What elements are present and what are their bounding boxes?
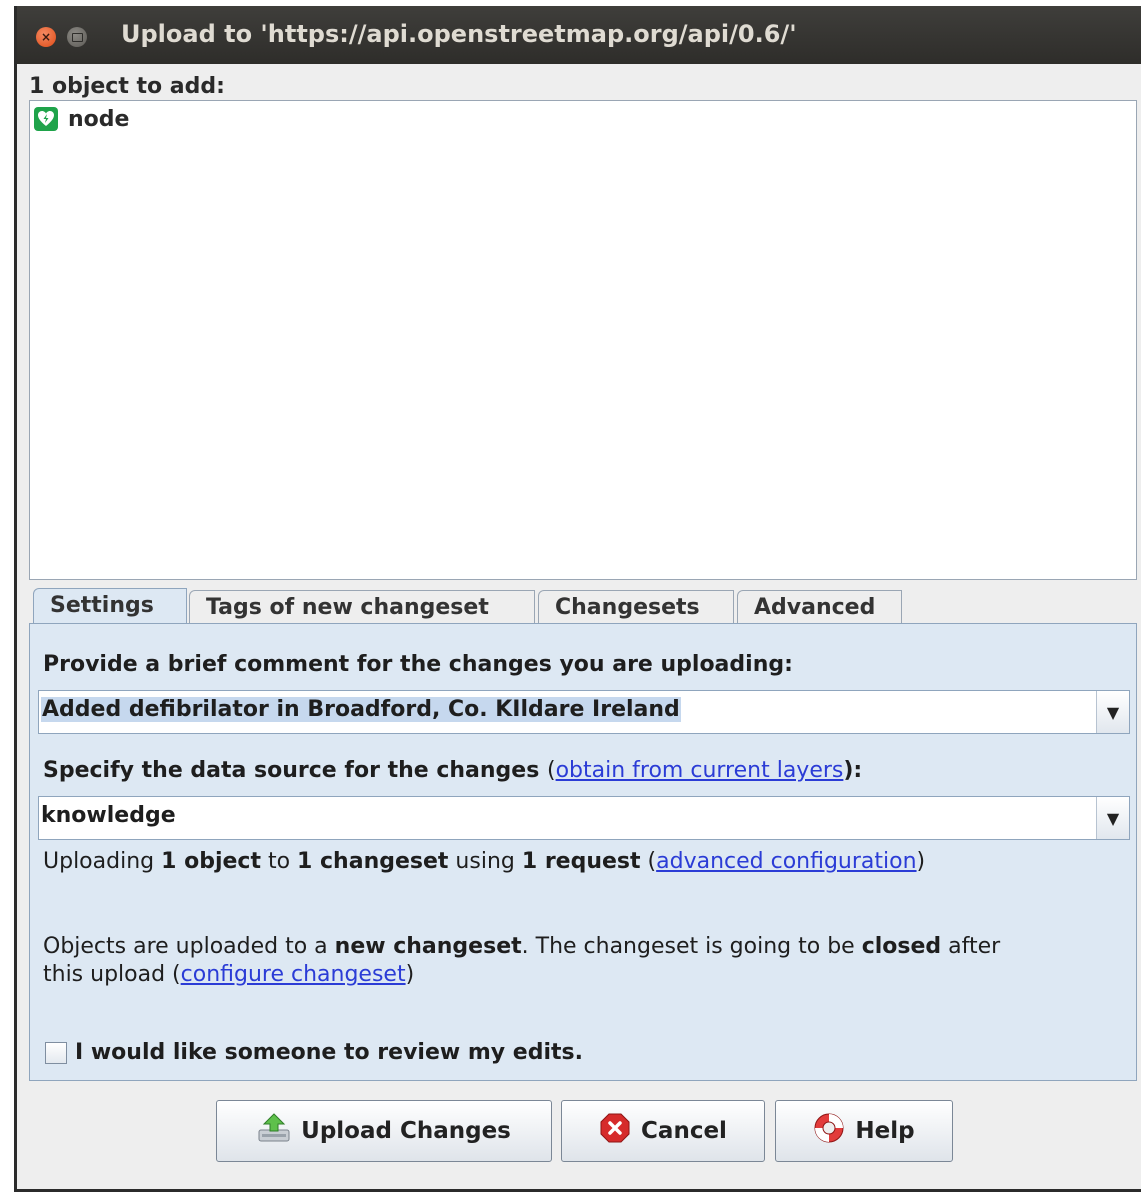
source-paren-open: ( (546, 758, 556, 783)
text-bold: new changeset (334, 934, 522, 959)
window-title: Upload to 'https://api.openstreetmap.org… (121, 20, 797, 48)
review-request-row[interactable]: I would like someone to review my edits. (45, 1040, 583, 1065)
comment-input[interactable]: Added defibrilator in Broadford, Co. KIl… (41, 697, 681, 722)
cancel-label: Cancel (641, 1118, 727, 1144)
upload-changes-label: Upload Changes (301, 1118, 511, 1144)
close-icon[interactable]: × (36, 27, 56, 47)
text: Uploading (43, 849, 162, 874)
text: ) (405, 962, 415, 987)
settings-panel: Provide a brief comment for the changes … (29, 623, 1137, 1081)
comment-label: Provide a brief comment for the changes … (43, 652, 793, 677)
objects-header: 1 object to add: (29, 74, 225, 99)
objects-list[interactable]: node (29, 100, 1137, 580)
minimize-icon[interactable] (67, 27, 87, 47)
help-button[interactable]: Help (775, 1100, 953, 1162)
cancel-button[interactable]: Cancel (561, 1100, 765, 1162)
text: ) (916, 849, 926, 874)
source-combobox[interactable]: knowledge ▼ (38, 796, 1130, 840)
text-bold: closed (861, 934, 942, 959)
source-paren-close: ): (843, 758, 863, 783)
review-checkbox[interactable] (45, 1041, 67, 1064)
advanced-configuration-link[interactable]: advanced configuration (656, 849, 916, 874)
tab-changesets[interactable]: Changesets (538, 590, 734, 624)
text: . The changeset is going to be (521, 934, 862, 959)
text: using (448, 849, 522, 874)
source-label: Specify the data source for the changes (43, 758, 540, 783)
defibrillator-icon (34, 107, 58, 131)
title-bar[interactable]: × Upload to 'https://api.openstreetmap.o… (17, 6, 1141, 64)
text-bold: 1 changeset (297, 849, 449, 874)
upload-dialog: × Upload to 'https://api.openstreetmap.o… (14, 6, 1141, 1192)
lifebuoy-icon (813, 1112, 845, 1150)
tab-settings[interactable]: Settings (33, 588, 187, 628)
obtain-from-layers-link[interactable]: obtain from current layers (556, 758, 844, 783)
upload-strategy-info: Uploading 1 object to 1 changeset using … (43, 848, 925, 876)
text: this upload ( (43, 962, 181, 987)
chevron-down-icon[interactable]: ▼ (1096, 691, 1129, 733)
node-label: node (68, 106, 130, 132)
text-bold: 1 request (521, 849, 641, 874)
cancel-icon (599, 1112, 631, 1150)
list-item[interactable]: node (34, 105, 129, 133)
upload-icon (257, 1112, 291, 1150)
text: to (260, 849, 298, 874)
review-label: I would like someone to review my edits. (75, 1040, 583, 1065)
source-input[interactable]: knowledge (41, 803, 176, 828)
chevron-down-icon[interactable]: ▼ (1096, 797, 1129, 839)
changeset-info: Objects are uploaded to a new changeset.… (43, 933, 1000, 989)
tab-advanced[interactable]: Advanced (737, 590, 902, 624)
comment-combobox[interactable]: Added defibrilator in Broadford, Co. KIl… (38, 690, 1130, 734)
upload-changes-button[interactable]: Upload Changes (216, 1100, 552, 1162)
text: after (941, 934, 1001, 959)
text: ( (640, 849, 657, 874)
help-label: Help (855, 1118, 915, 1144)
tab-tags-of-new-changeset[interactable]: Tags of new changeset (189, 590, 535, 624)
text: Objects are uploaded to a (43, 934, 335, 959)
source-label-row: Specify the data source for the changes … (43, 758, 862, 783)
text-bold: 1 object (161, 849, 261, 874)
configure-changeset-link[interactable]: configure changeset (181, 962, 406, 987)
